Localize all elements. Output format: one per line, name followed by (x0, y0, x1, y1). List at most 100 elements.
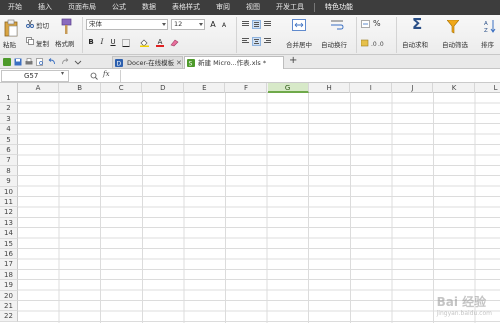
menu-view[interactable]: 视图 (238, 0, 268, 15)
format-painter-button[interactable]: 格式刷 (55, 38, 75, 48)
row-header-17[interactable]: 17 (0, 259, 18, 270)
row-header-12[interactable]: 12 (0, 207, 18, 218)
paste-button[interactable]: 粘贴 (3, 39, 16, 49)
function-button[interactable]: fx (103, 70, 110, 78)
column-header-i[interactable]: I (351, 83, 392, 93)
row-header-10[interactable]: 10 (0, 186, 18, 197)
sigma-icon[interactable]: Σ (412, 15, 422, 33)
menu-data[interactable]: 数据 (134, 0, 164, 15)
row-header-16[interactable]: 16 (0, 249, 18, 260)
sort-button[interactable]: 排序 (481, 39, 494, 49)
row-header-13[interactable]: 13 (0, 217, 18, 229)
sort-icon[interactable]: A Z (484, 19, 498, 33)
row-header-7[interactable]: 7 (0, 155, 18, 166)
add-tab-icon[interactable]: + (289, 55, 297, 68)
column-header-a[interactable]: A (18, 83, 59, 93)
row-header-19[interactable]: 19 (0, 280, 18, 291)
border-icon[interactable] (122, 39, 131, 47)
column-header-f[interactable]: F (226, 83, 267, 93)
font-grow-button[interactable]: A (209, 20, 217, 30)
format-painter-icon[interactable] (60, 18, 72, 36)
row-header-2[interactable]: 2 (0, 103, 18, 114)
scissors-icon[interactable] (26, 20, 34, 28)
number-format-icon[interactable] (361, 20, 370, 28)
column-header-l[interactable]: L (476, 83, 500, 93)
chevron-down-icon[interactable]: ▾ (61, 70, 64, 77)
align-center-icon[interactable] (252, 37, 261, 46)
column-header-j[interactable]: J (392, 83, 434, 93)
print-icon[interactable] (25, 58, 33, 66)
app-logo-icon[interactable] (3, 58, 11, 66)
row-header-15[interactable]: 15 (0, 238, 18, 249)
row-header-5[interactable]: 5 (0, 134, 18, 145)
menu-review[interactable]: 审阅 (208, 0, 238, 15)
column-header-d[interactable]: D (143, 83, 184, 93)
zoom-icon[interactable] (90, 72, 98, 80)
align-middle-icon[interactable] (252, 20, 261, 29)
align-right-icon[interactable] (263, 37, 272, 46)
row-header-14[interactable]: 14 (0, 228, 18, 239)
copy-button[interactable]: 复制 (36, 38, 49, 48)
chevron-down-icon (162, 23, 166, 26)
redo-icon[interactable] (61, 58, 69, 66)
menu-table-style[interactable]: 表格样式 (164, 0, 208, 15)
row-header-11[interactable]: 11 (0, 197, 18, 208)
column-header-c[interactable]: C (101, 83, 143, 93)
column-header-g[interactable]: G (267, 83, 309, 93)
menu-developer[interactable]: 开发工具 (268, 0, 312, 15)
autofilter-button[interactable]: 自动筛选 (442, 39, 468, 49)
row-header-8[interactable]: 8 (0, 165, 18, 177)
cut-button[interactable]: 剪切 (36, 20, 49, 30)
menu-home[interactable]: 开始 (0, 0, 30, 15)
cell-area[interactable] (18, 93, 500, 323)
column-header-h[interactable]: H (309, 83, 351, 93)
formula-input[interactable] (120, 70, 498, 82)
menu-page-layout[interactable]: 页面布局 (60, 0, 104, 15)
merge-center-button[interactable]: 合并居中 (286, 39, 312, 49)
column-header-k[interactable]: K (434, 83, 475, 93)
align-top-icon[interactable] (241, 20, 250, 29)
align-left-icon[interactable] (241, 37, 250, 46)
paste-icon[interactable] (4, 19, 18, 37)
wrap-text-icon[interactable] (330, 19, 344, 31)
decimal-buttons-icon[interactable]: .0 .0 (361, 39, 387, 47)
align-bottom-icon[interactable] (263, 20, 272, 29)
row-header-6[interactable]: 6 (0, 145, 18, 156)
menu-insert[interactable]: 插入 (30, 0, 60, 15)
menu-formula[interactable]: 公式 (104, 0, 134, 15)
print-preview-icon[interactable] (36, 58, 44, 66)
font-color-button[interactable]: A (156, 37, 164, 47)
filter-icon[interactable] (447, 20, 459, 34)
font-name-select[interactable]: 宋体 (86, 19, 168, 30)
save-icon[interactable] (14, 58, 22, 66)
row-header-20[interactable]: 20 (0, 290, 18, 301)
column-header-b[interactable]: B (60, 83, 101, 93)
font-size-select[interactable]: 12 (171, 19, 205, 30)
row-header-18[interactable]: 18 (0, 269, 18, 281)
row-header-21[interactable]: 21 (0, 301, 18, 312)
column-header-e[interactable]: E (184, 83, 226, 93)
name-box[interactable]: G57 (1, 70, 69, 82)
font-shrink-button[interactable]: A (220, 21, 228, 31)
row-header-4[interactable]: 4 (0, 124, 18, 135)
autosum-button[interactable]: 自动求和 (402, 39, 428, 49)
percent-button[interactable]: % (373, 19, 381, 28)
undo-icon[interactable] (48, 58, 56, 66)
row-header-9[interactable]: 9 (0, 176, 18, 187)
tab-docer[interactable]: D Docer-在线模板 (112, 56, 183, 69)
row-header-22[interactable]: 22 (0, 311, 18, 322)
merge-center-icon[interactable] (292, 19, 306, 31)
tab-workbook[interactable]: S 新建 Micro...作表.xls * (184, 56, 284, 69)
italic-button[interactable]: I (98, 37, 106, 47)
clear-format-icon[interactable] (170, 39, 179, 47)
select-all-corner[interactable] (0, 83, 18, 93)
fill-color-icon[interactable] (140, 39, 149, 47)
menu-special-features[interactable]: 特色功能 (317, 0, 361, 15)
bold-button[interactable]: B (87, 37, 95, 47)
row-header-1[interactable]: 1 (0, 93, 18, 104)
dropdown-arrow-icon[interactable] (74, 58, 82, 66)
copy-icon[interactable] (26, 37, 34, 45)
row-header-3[interactable]: 3 (0, 113, 18, 125)
underline-button[interactable]: U (109, 37, 117, 47)
wrap-text-button[interactable]: 自动换行 (321, 39, 347, 49)
